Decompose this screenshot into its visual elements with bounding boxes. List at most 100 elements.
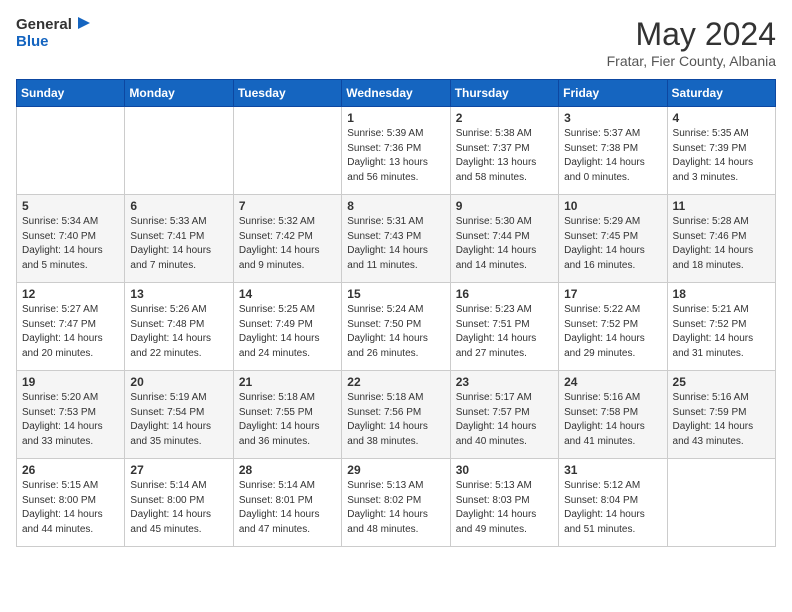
day-info: Sunrise: 5:22 AM Sunset: 7:52 PM Dayligh… <box>564 303 661 361</box>
day-number: 6 <box>130 199 227 213</box>
day-info: Sunrise: 5:21 AM Sunset: 7:52 PM Dayligh… <box>673 303 770 361</box>
calendar-cell: 21 Sunrise: 5:18 AM Sunset: 7:55 PM Dayli… <box>233 371 341 459</box>
weekday-header-row: SundayMondayTuesdayWednesdayThursdayFrid… <box>17 80 776 107</box>
calendar-cell: 8 Sunrise: 5:31 AM Sunset: 7:43 PM Daylig… <box>342 195 450 283</box>
day-number: 25 <box>673 375 770 389</box>
day-number: 27 <box>130 463 227 477</box>
page-header: General Blue May 2024 Fratar, Fier Count… <box>16 16 776 69</box>
day-number: 10 <box>564 199 661 213</box>
calendar-cell: 28 Sunrise: 5:14 AM Sunset: 8:01 PM Dayli… <box>233 459 341 547</box>
day-info: Sunrise: 5:18 AM Sunset: 7:56 PM Dayligh… <box>347 391 444 449</box>
logo: General Blue <box>16 16 90 51</box>
day-info: Sunrise: 5:25 AM Sunset: 7:49 PM Dayligh… <box>239 303 336 361</box>
calendar-cell: 7 Sunrise: 5:32 AM Sunset: 7:42 PM Daylig… <box>233 195 341 283</box>
calendar-cell: 18 Sunrise: 5:21 AM Sunset: 7:52 PM Dayli… <box>667 283 775 371</box>
day-number: 12 <box>22 287 119 301</box>
day-info: Sunrise: 5:17 AM Sunset: 7:57 PM Dayligh… <box>456 391 553 449</box>
calendar-table: SundayMondayTuesdayWednesdayThursdayFrid… <box>16 79 776 547</box>
calendar-cell: 27 Sunrise: 5:14 AM Sunset: 8:00 PM Dayli… <box>125 459 233 547</box>
day-number: 20 <box>130 375 227 389</box>
day-info: Sunrise: 5:19 AM Sunset: 7:54 PM Dayligh… <box>130 391 227 449</box>
day-number: 14 <box>239 287 336 301</box>
day-number: 17 <box>564 287 661 301</box>
calendar-cell: 25 Sunrise: 5:16 AM Sunset: 7:59 PM Dayli… <box>667 371 775 459</box>
day-info: Sunrise: 5:13 AM Sunset: 8:03 PM Dayligh… <box>456 479 553 537</box>
calendar-cell: 9 Sunrise: 5:30 AM Sunset: 7:44 PM Daylig… <box>450 195 558 283</box>
day-info: Sunrise: 5:13 AM Sunset: 8:02 PM Dayligh… <box>347 479 444 537</box>
day-info: Sunrise: 5:27 AM Sunset: 7:47 PM Dayligh… <box>22 303 119 361</box>
day-number: 22 <box>347 375 444 389</box>
day-info: Sunrise: 5:16 AM Sunset: 7:58 PM Dayligh… <box>564 391 661 449</box>
day-info: Sunrise: 5:18 AM Sunset: 7:55 PM Dayligh… <box>239 391 336 449</box>
day-number: 5 <box>22 199 119 213</box>
day-info: Sunrise: 5:39 AM Sunset: 7:36 PM Dayligh… <box>347 127 444 185</box>
calendar-week-4: 19 Sunrise: 5:20 AM Sunset: 7:53 PM Dayli… <box>17 371 776 459</box>
day-number: 11 <box>673 199 770 213</box>
day-info: Sunrise: 5:37 AM Sunset: 7:38 PM Dayligh… <box>564 127 661 185</box>
calendar-cell: 22 Sunrise: 5:18 AM Sunset: 7:56 PM Dayli… <box>342 371 450 459</box>
calendar-cell: 10 Sunrise: 5:29 AM Sunset: 7:45 PM Dayli… <box>559 195 667 283</box>
day-number: 16 <box>456 287 553 301</box>
weekday-header-wednesday: Wednesday <box>342 80 450 107</box>
day-info: Sunrise: 5:26 AM Sunset: 7:48 PM Dayligh… <box>130 303 227 361</box>
day-number: 3 <box>564 111 661 125</box>
day-number: 8 <box>347 199 444 213</box>
month-title: May 2024 <box>607 16 776 53</box>
calendar-week-3: 12 Sunrise: 5:27 AM Sunset: 7:47 PM Dayli… <box>17 283 776 371</box>
day-info: Sunrise: 5:32 AM Sunset: 7:42 PM Dayligh… <box>239 215 336 273</box>
calendar-cell <box>125 107 233 195</box>
calendar-cell: 14 Sunrise: 5:25 AM Sunset: 7:49 PM Dayli… <box>233 283 341 371</box>
calendar-week-1: 1Sunrise: 5:39 AM Sunset: 7:36 PM Daylig… <box>17 107 776 195</box>
day-info: Sunrise: 5:31 AM Sunset: 7:43 PM Dayligh… <box>347 215 444 273</box>
location-subtitle: Fratar, Fier County, Albania <box>607 53 776 69</box>
day-number: 24 <box>564 375 661 389</box>
day-info: Sunrise: 5:12 AM Sunset: 8:04 PM Dayligh… <box>564 479 661 537</box>
calendar-cell: 26Sunrise: 5:15 AM Sunset: 8:00 PM Dayli… <box>17 459 125 547</box>
day-info: Sunrise: 5:34 AM Sunset: 7:40 PM Dayligh… <box>22 215 119 273</box>
calendar-cell: 3 Sunrise: 5:37 AM Sunset: 7:38 PM Daylig… <box>559 107 667 195</box>
weekday-header-friday: Friday <box>559 80 667 107</box>
day-number: 9 <box>456 199 553 213</box>
day-number: 19 <box>22 375 119 389</box>
day-info: Sunrise: 5:33 AM Sunset: 7:41 PM Dayligh… <box>130 215 227 273</box>
weekday-header-monday: Monday <box>125 80 233 107</box>
day-info: Sunrise: 5:29 AM Sunset: 7:45 PM Dayligh… <box>564 215 661 273</box>
day-info: Sunrise: 5:23 AM Sunset: 7:51 PM Dayligh… <box>456 303 553 361</box>
day-info: Sunrise: 5:30 AM Sunset: 7:44 PM Dayligh… <box>456 215 553 273</box>
calendar-cell <box>17 107 125 195</box>
weekday-header-thursday: Thursday <box>450 80 558 107</box>
day-number: 4 <box>673 111 770 125</box>
day-number: 18 <box>673 287 770 301</box>
day-number: 15 <box>347 287 444 301</box>
calendar-cell: 2 Sunrise: 5:38 AM Sunset: 7:37 PM Daylig… <box>450 107 558 195</box>
calendar-cell: 30Sunrise: 5:13 AM Sunset: 8:03 PM Dayli… <box>450 459 558 547</box>
day-info: Sunrise: 5:14 AM Sunset: 8:00 PM Dayligh… <box>130 479 227 537</box>
day-info: Sunrise: 5:20 AM Sunset: 7:53 PM Dayligh… <box>22 391 119 449</box>
calendar-cell: 16 Sunrise: 5:23 AM Sunset: 7:51 PM Dayli… <box>450 283 558 371</box>
logo-text: General Blue <box>16 16 90 51</box>
day-number: 29 <box>347 463 444 477</box>
calendar-cell: 29 Sunrise: 5:13 AM Sunset: 8:02 PM Dayli… <box>342 459 450 547</box>
day-info: Sunrise: 5:28 AM Sunset: 7:46 PM Dayligh… <box>673 215 770 273</box>
day-number: 2 <box>456 111 553 125</box>
day-number: 23 <box>456 375 553 389</box>
day-number: 28 <box>239 463 336 477</box>
calendar-cell: 4 Sunrise: 5:35 AM Sunset: 7:39 PM Daylig… <box>667 107 775 195</box>
day-number: 31 <box>564 463 661 477</box>
day-info: Sunrise: 5:38 AM Sunset: 7:37 PM Dayligh… <box>456 127 553 185</box>
day-number: 21 <box>239 375 336 389</box>
day-info: Sunrise: 5:16 AM Sunset: 7:59 PM Dayligh… <box>673 391 770 449</box>
day-info: Sunrise: 5:14 AM Sunset: 8:01 PM Dayligh… <box>239 479 336 537</box>
calendar-cell: 6 Sunrise: 5:33 AM Sunset: 7:41 PM Daylig… <box>125 195 233 283</box>
calendar-cell: 15 Sunrise: 5:24 AM Sunset: 7:50 PM Dayli… <box>342 283 450 371</box>
day-info: Sunrise: 5:24 AM Sunset: 7:50 PM Dayligh… <box>347 303 444 361</box>
title-block: May 2024 Fratar, Fier County, Albania <box>607 16 776 69</box>
day-info: Sunrise: 5:15 AM Sunset: 8:00 PM Dayligh… <box>22 479 119 537</box>
calendar-cell: 5 Sunrise: 5:34 AM Sunset: 7:40 PM Daylig… <box>17 195 125 283</box>
calendar-cell: 24 Sunrise: 5:16 AM Sunset: 7:58 PM Dayli… <box>559 371 667 459</box>
day-info: Sunrise: 5:35 AM Sunset: 7:39 PM Dayligh… <box>673 127 770 185</box>
day-number: 7 <box>239 199 336 213</box>
calendar-week-2: 5 Sunrise: 5:34 AM Sunset: 7:40 PM Daylig… <box>17 195 776 283</box>
calendar-cell: 11 Sunrise: 5:28 AM Sunset: 7:46 PM Dayli… <box>667 195 775 283</box>
weekday-header-saturday: Saturday <box>667 80 775 107</box>
